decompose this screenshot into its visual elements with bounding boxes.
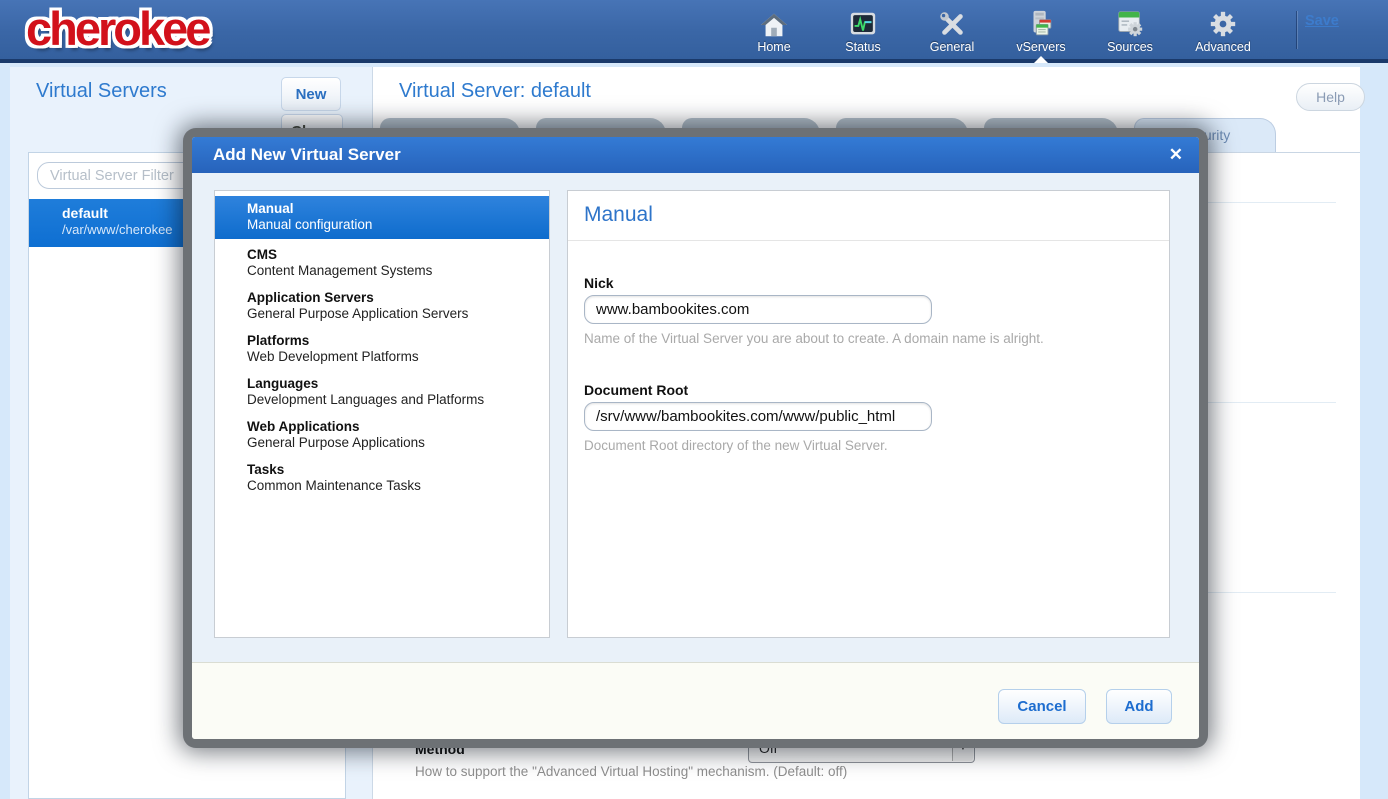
nav-label: Status <box>845 40 880 54</box>
nav-label: General <box>930 40 974 54</box>
document-root-label: Document Root <box>584 382 1153 398</box>
cherokee-logo: cherokee <box>26 1 208 56</box>
nav-item-sources[interactable]: Sources <box>1098 5 1162 54</box>
modal-title: Add New Virtual Server <box>213 137 401 173</box>
wizard-category-list: Manual Manual configuration CMS Content … <box>214 190 550 638</box>
cherokee-admin-screen: cherokee Home Status General <box>0 0 1388 799</box>
manual-config-panel: Manual Nick Name of the Virtual Server y… <box>567 190 1170 638</box>
page-title: Virtual Server: default <box>399 80 591 103</box>
help-button[interactable]: Help <box>1296 83 1365 111</box>
sources-icon <box>1114 5 1146 39</box>
nick-label: Nick <box>584 275 1153 291</box>
sidebar-title: Virtual Servers <box>36 80 167 103</box>
category-languages[interactable]: Languages Development Languages and Plat… <box>215 368 549 411</box>
nick-help-text: Name of the Virtual Server you are about… <box>584 331 1153 346</box>
nav-item-vservers[interactable]: vServers <box>1009 5 1073 54</box>
document-root-field-group: Document Root Document Root directory of… <box>584 382 1153 453</box>
nav-item-advanced[interactable]: Advanced <box>1187 5 1259 54</box>
nav-label: Home <box>757 40 790 54</box>
category-cms[interactable]: CMS Content Management Systems <box>215 239 549 282</box>
modal-body: Add New Virtual Server ✕ Manual Manual c… <box>192 137 1199 739</box>
advanced-icon <box>1207 5 1239 39</box>
cancel-button[interactable]: Cancel <box>998 689 1086 724</box>
nav-label: Sources <box>1107 40 1153 54</box>
category-platforms[interactable]: Platforms Web Development Platforms <box>215 325 549 368</box>
nav-divider <box>1296 11 1297 49</box>
nav-label: vServers <box>1016 40 1065 54</box>
nav-item-home[interactable]: Home <box>742 5 806 54</box>
general-icon <box>936 5 968 39</box>
category-application-servers[interactable]: Application Servers General Purpose Appl… <box>215 282 549 325</box>
status-icon <box>847 5 879 39</box>
nav-label: Advanced <box>1195 40 1251 54</box>
document-root-help-text: Document Root directory of the new Virtu… <box>584 438 1153 453</box>
nav-item-general[interactable]: General <box>920 5 984 54</box>
add-button[interactable]: Add <box>1106 689 1172 724</box>
top-nav: cherokee Home Status General <box>0 0 1388 63</box>
modal-footer: Cancel Add <box>192 662 1199 739</box>
nav-item-status[interactable]: Status <box>831 5 895 54</box>
nick-field-group: Nick Name of the Virtual Server you are … <box>584 275 1153 346</box>
nav-menu: Home Status General vServers <box>742 5 1259 54</box>
category-tasks[interactable]: Tasks Common Maintenance Tasks <box>215 454 549 497</box>
new-virtual-server-button[interactable]: New <box>281 77 341 111</box>
save-link[interactable]: Save <box>1305 13 1339 29</box>
category-web-applications[interactable]: Web Applications General Purpose Applica… <box>215 411 549 454</box>
panel-heading: Manual <box>568 191 1169 241</box>
close-icon[interactable]: ✕ <box>1169 137 1183 173</box>
document-root-input[interactable] <box>584 402 932 431</box>
modal-titlebar: Add New Virtual Server ✕ <box>192 137 1199 173</box>
home-icon <box>758 5 790 39</box>
category-manual[interactable]: Manual Manual configuration <box>215 196 549 239</box>
vservers-icon <box>1025 5 1057 39</box>
method-help-text: How to support the "Advanced Virtual Hos… <box>415 764 847 779</box>
add-virtual-server-modal: Add New Virtual Server ✕ Manual Manual c… <box>183 128 1208 748</box>
active-tab-pointer <box>1034 56 1048 63</box>
nick-input[interactable] <box>584 295 932 324</box>
